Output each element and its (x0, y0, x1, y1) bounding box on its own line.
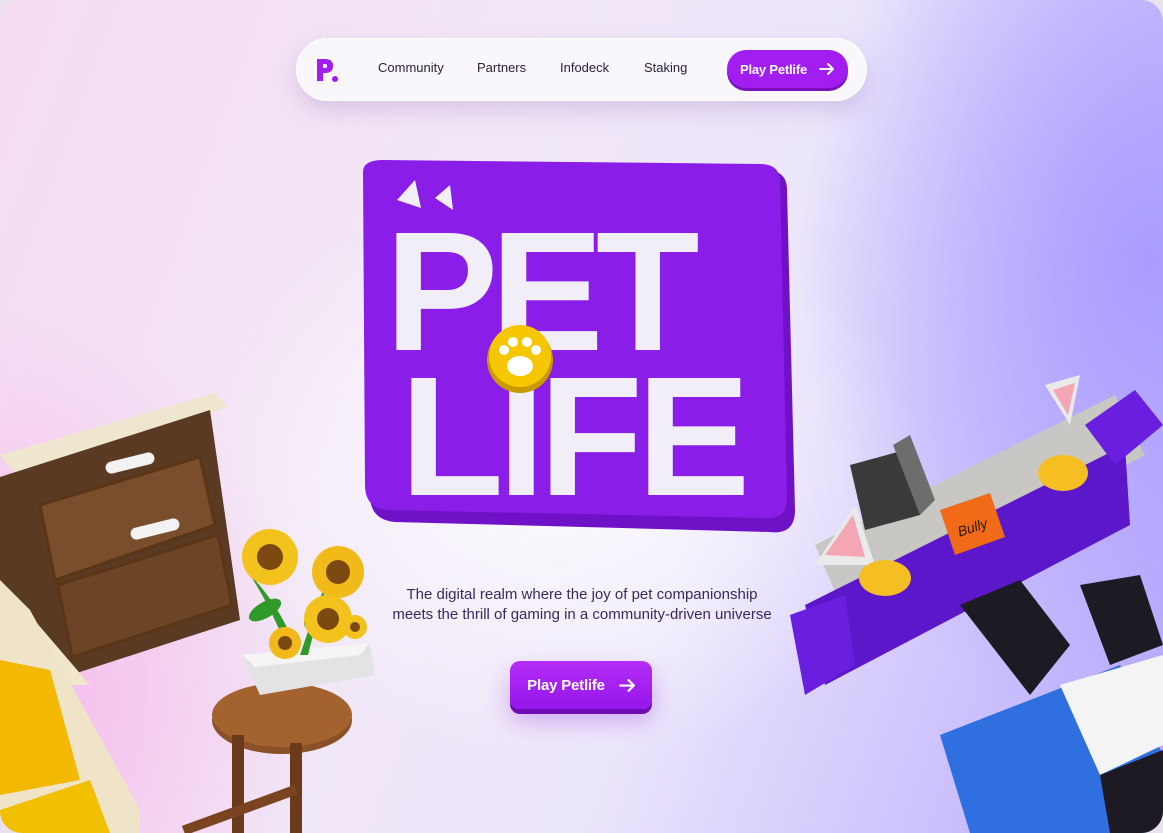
tagline-line-1: The digital realm where the joy of pet c… (406, 586, 758, 603)
petlife-hero-logo: PET LIFE (363, 160, 795, 533)
nav-link-community[interactable]: Community (378, 60, 444, 75)
hero-tagline: The digital realm where the joy of pet c… (340, 585, 824, 625)
top-nav: Community Partners Infodeck Staking Play… (296, 38, 867, 101)
arrow-right-icon (618, 679, 635, 692)
dog-decoration (940, 575, 1163, 833)
hero-play-label: Play Petlife (527, 676, 605, 694)
landing-page: Community Partners Infodeck Staking Play… (0, 0, 1163, 833)
nav-link-infodeck[interactable]: Infodeck (560, 60, 609, 75)
nav-play-button[interactable]: Play Petlife (727, 50, 848, 88)
nav-play-label: Play Petlife (740, 61, 807, 77)
petlife-logo-icon[interactable] (314, 56, 340, 84)
arrow-right-icon (818, 63, 835, 75)
sunflower-table-decoration (181, 529, 375, 833)
nav-link-partners[interactable]: Partners (477, 60, 526, 75)
tagline-line-2: meets the thrill of gaming in a communit… (392, 606, 772, 623)
logo-word-life: LIFE (400, 342, 744, 532)
nav-link-staking[interactable]: Staking (644, 60, 687, 75)
hero-play-button[interactable]: Play Petlife (510, 661, 652, 709)
shelf-decoration (0, 580, 140, 833)
